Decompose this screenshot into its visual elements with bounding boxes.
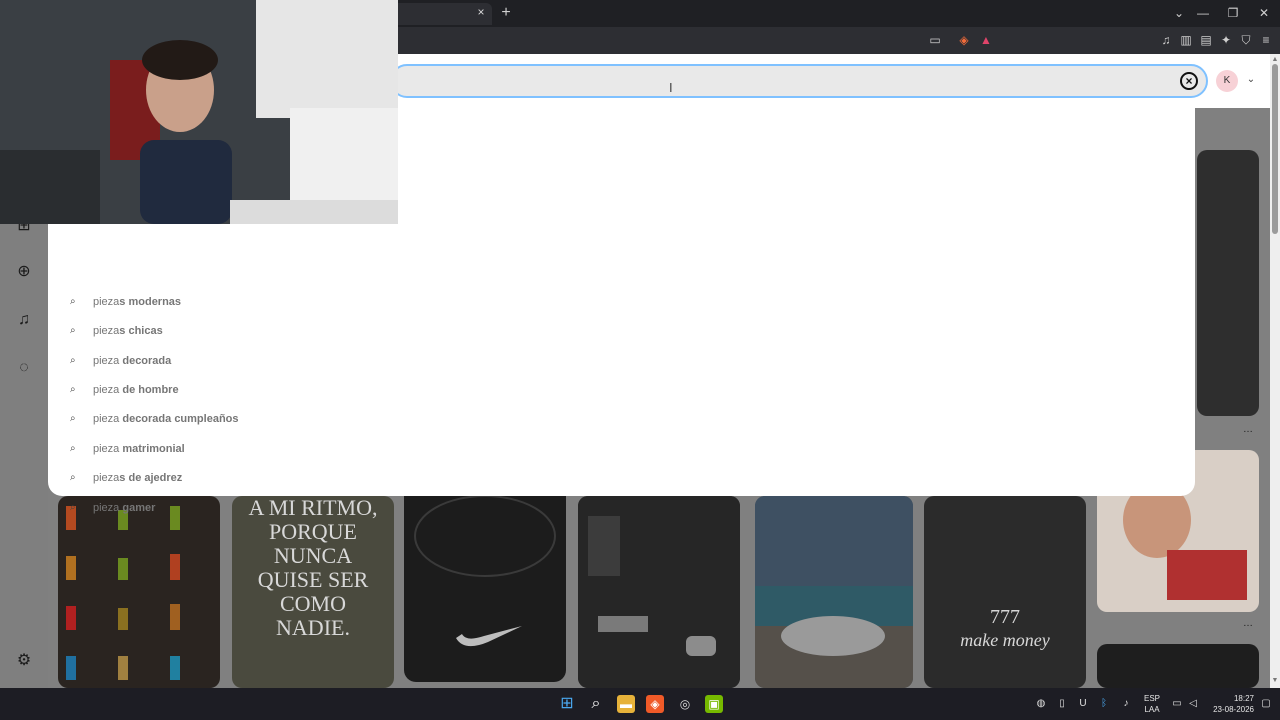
start-icon[interactable]: ⊞	[558, 695, 576, 713]
microphone-icon[interactable]: ♪	[1119, 697, 1133, 711]
sidebar-toggle-icon[interactable]: ▥	[1178, 32, 1194, 48]
suggestion-completion: s chicas	[119, 325, 163, 337]
volume-icon[interactable]: ◁	[1186, 697, 1200, 711]
pin-bathroom[interactable]	[578, 496, 740, 688]
search-icon: ⌕	[70, 443, 76, 454]
search-bar[interactable]: ×	[390, 64, 1208, 98]
taskbar: ⊞ ⌕ ▬ ◈ ◎ ▣ ◍ ▯ U ᛒ ♪ ESP LAA ▭ ◁ 18:27 …	[0, 688, 1280, 720]
search-icon: ⌕	[70, 384, 76, 395]
suggestion-completion: s de ajedrez	[119, 472, 183, 484]
bathroom-image	[578, 496, 740, 688]
suggestion-item[interactable]: ⌕ pieza gamer	[70, 497, 470, 519]
car-beach-image	[755, 496, 913, 688]
pin-make-money[interactable]: 777 make money	[924, 496, 1086, 688]
vpn-shield-icon[interactable]: ⛉	[1238, 32, 1254, 48]
cocktail-menu-image	[66, 506, 180, 680]
suggestion-completion: decorada	[119, 355, 172, 367]
bluetooth-icon[interactable]: ᛒ	[1097, 697, 1111, 711]
suggestion-item[interactable]: ⌕ pieza decorada	[70, 350, 470, 372]
media-icon[interactable]: ♫	[1158, 32, 1174, 48]
clear-search-button[interactable]: ×	[1180, 72, 1198, 90]
brave-shields-icon[interactable]: ◈	[956, 32, 972, 48]
notification-center-icon[interactable]: ▢	[1259, 697, 1273, 711]
minimize-button[interactable]: —	[1192, 4, 1214, 22]
search-icon: ⌕	[70, 502, 76, 513]
wallet-icon[interactable]: ▤	[1198, 32, 1214, 48]
search-icon: ⌕	[70, 413, 76, 424]
close-window-button[interactable]: ✕	[1253, 4, 1275, 22]
search-icon[interactable]: ⌕	[587, 695, 605, 713]
add-pin-icon[interactable]: ⊕	[14, 262, 34, 282]
usb-icon[interactable]: ▯	[1055, 697, 1069, 711]
tab-close-icon[interactable]: ×	[474, 5, 488, 19]
language-indicator-top[interactable]: ESP	[1140, 694, 1164, 704]
suggestion-item[interactable]: ⌕ pieza de hombre	[70, 379, 470, 401]
cast-icon[interactable]: ▭	[927, 32, 943, 48]
settings-gear-icon[interactable]: ⚙	[14, 651, 34, 671]
pin-nike[interactable]	[404, 496, 566, 682]
tray-app-icon[interactable]: ◍	[1034, 697, 1048, 711]
clock-date[interactable]: 23-08-2026	[1206, 705, 1254, 715]
tray-u-icon[interactable]: U	[1076, 697, 1090, 711]
account-chevron-down-icon[interactable]: ⌄	[1244, 73, 1258, 87]
language-indicator-bottom[interactable]: LAA	[1140, 705, 1164, 715]
search-icon: ⌕	[70, 325, 76, 336]
suggestion-completion: gamer	[119, 502, 156, 514]
suggestion-item[interactable]: ⌕ pieza decorada cumpleaños	[70, 408, 470, 430]
nvidia-icon[interactable]: ▣	[705, 695, 723, 713]
suggestion-item[interactable]: ⌕ piezas chicas	[70, 320, 470, 342]
pin-777-text: 777	[990, 606, 1020, 628]
tab-list-chevron-icon[interactable]: ⌄	[1168, 4, 1190, 22]
webcam-image	[0, 0, 398, 224]
search-icon: ⌕	[70, 296, 76, 307]
new-tab-button[interactable]: +	[498, 4, 514, 22]
avatar[interactable]: K	[1216, 70, 1238, 92]
suggestion-item[interactable]: ⌕ pieza matrimonial	[70, 438, 470, 460]
page-scrollbar[interactable]: ▲ ▼	[1270, 54, 1280, 688]
nike-logo-icon	[414, 496, 556, 647]
search-icon: ⌕	[70, 355, 76, 366]
pin-more-icon[interactable]: …	[1241, 619, 1255, 629]
suggestion-completion: decorada cumpleaños	[119, 413, 239, 425]
pin-dark[interactable]	[1097, 644, 1259, 688]
suggestion-completion: s modernas	[119, 296, 182, 308]
pin-make-money-text: make money	[960, 630, 1050, 650]
suggestion-item[interactable]: ⌕ piezas de ajedrez	[70, 467, 470, 489]
restore-button[interactable]: ❐	[1222, 4, 1244, 22]
webcam-overlay	[0, 0, 398, 224]
file-explorer-icon[interactable]: ▬	[617, 695, 635, 713]
suggestion-completion: de hombre	[119, 384, 179, 396]
scroll-thumb[interactable]	[1272, 64, 1278, 234]
search-input[interactable]	[412, 70, 1112, 92]
suggestion-completion: matrimonial	[119, 443, 185, 455]
text-cursor-icon: I	[669, 80, 673, 95]
pin-cocktails[interactable]	[58, 496, 220, 688]
messages-icon[interactable]: ◌	[14, 358, 34, 378]
suggestion-item[interactable]: ⌕ piezas modernas	[70, 291, 470, 313]
scroll-down-icon[interactable]: ▼	[1271, 677, 1279, 685]
network-icon[interactable]: ▭	[1170, 697, 1184, 711]
clock-time[interactable]: 18:27	[1206, 694, 1254, 704]
brave-browser-icon[interactable]: ◈	[646, 695, 664, 713]
pin-motivational[interactable]: A MI RITMO, PORQUE NUNCA QUISE SER COMO …	[232, 496, 394, 688]
brave-rewards-icon[interactable]: ▲	[978, 32, 994, 48]
leo-ai-icon[interactable]: ✦	[1218, 32, 1234, 48]
obs-icon[interactable]: ◎	[676, 695, 694, 713]
notifications-icon[interactable]: ♫	[14, 310, 34, 330]
search-icon: ⌕	[70, 472, 76, 483]
pin-bedroom[interactable]	[1197, 150, 1259, 416]
menu-icon[interactable]: ≡	[1258, 32, 1274, 48]
pin-more-icon[interactable]: …	[1241, 425, 1255, 435]
pin-porsche[interactable]	[755, 496, 913, 688]
scroll-up-icon[interactable]: ▲	[1271, 56, 1279, 64]
